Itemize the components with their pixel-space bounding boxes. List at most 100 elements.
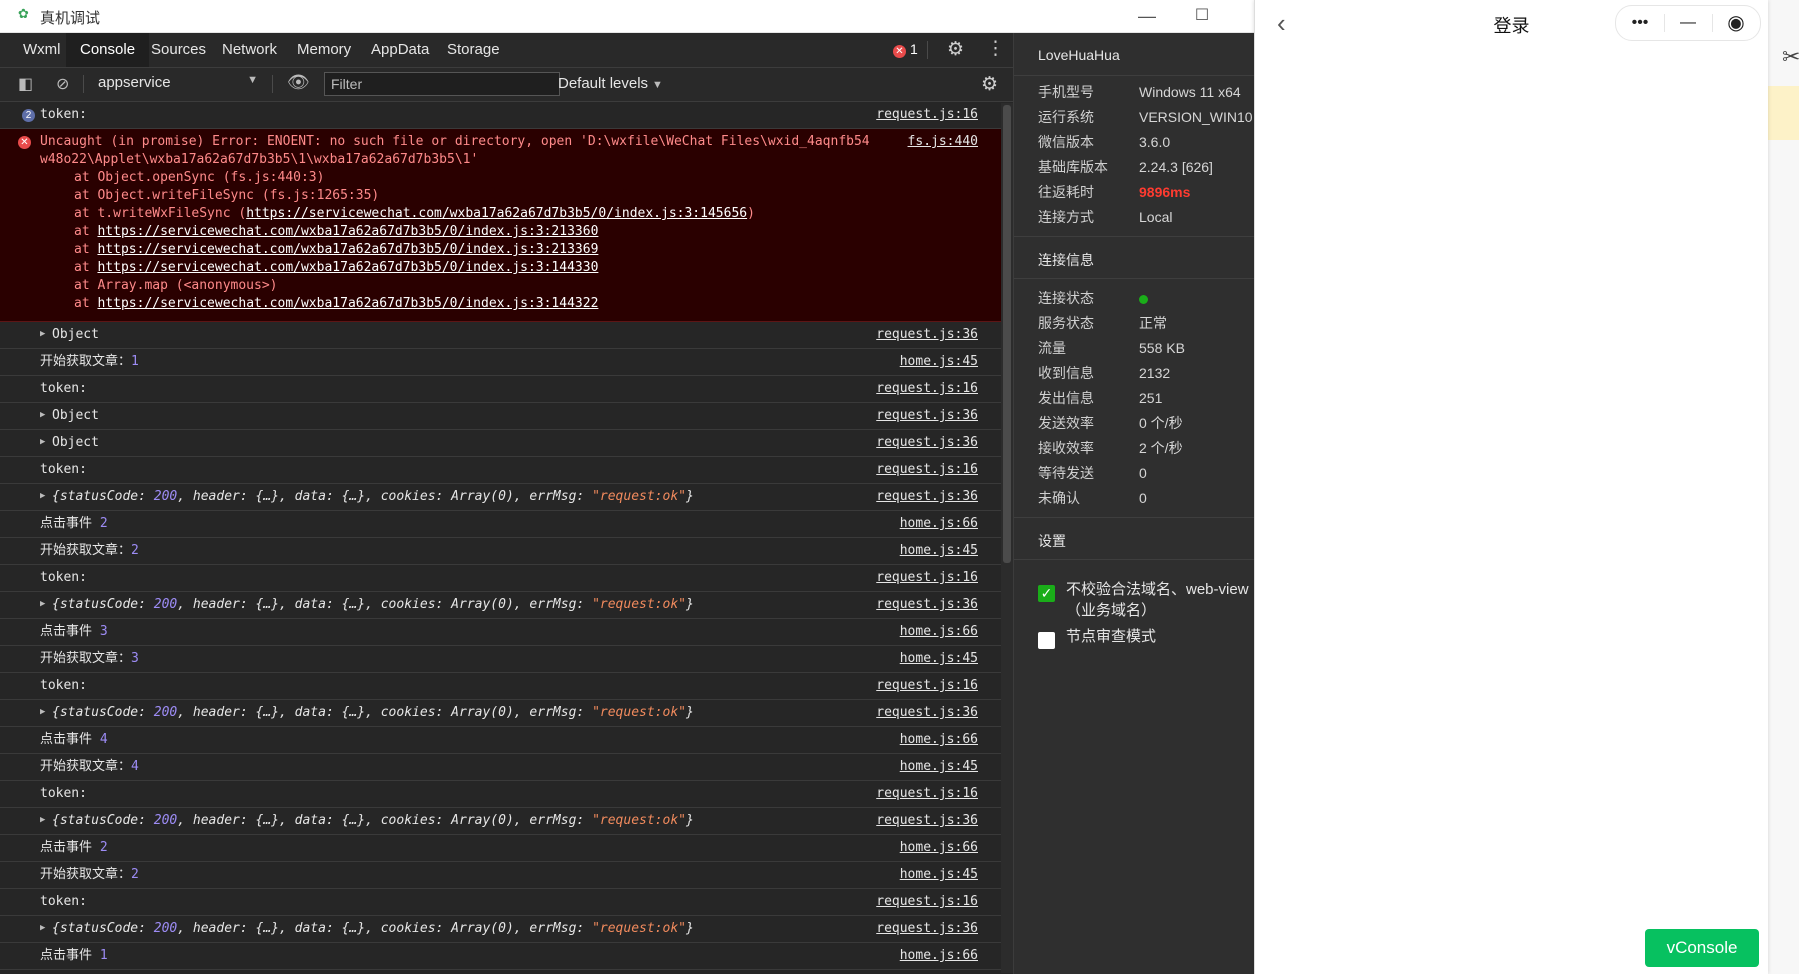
response-object[interactable]: {statusCode: 200, header: {…}, data: {…}… (40, 921, 694, 936)
source-link[interactable]: request.js:16 (876, 565, 978, 590)
field-label: 手机型号 (1038, 84, 1094, 100)
expand-triangle-icon[interactable]: ▶ (40, 322, 45, 347)
source-link[interactable]: request.js:36 (876, 403, 978, 428)
response-object[interactable]: {statusCode: 200, header: {…}, data: {…}… (40, 489, 694, 504)
node-inspect-checkbox[interactable] (1038, 632, 1055, 649)
vconsole-button[interactable]: vConsole (1645, 929, 1759, 967)
source-link[interactable]: home.js:45 (900, 538, 978, 563)
response-brace: } (685, 813, 694, 828)
source-link[interactable]: home.js:45 (900, 754, 978, 779)
source-link[interactable]: fs.js:440 (908, 133, 978, 151)
close-target-icon[interactable]: ◉ (1712, 6, 1760, 40)
device-name: LoveHuaHua (1038, 47, 1120, 63)
response-object[interactable]: {statusCode: 200, header: {…}, data: {…}… (40, 597, 694, 612)
source-link[interactable]: home.js:45 (900, 646, 978, 671)
log-levels-select[interactable]: Default levels ▼ (558, 75, 663, 92)
more-dots-icon[interactable]: ••• (1616, 6, 1664, 40)
stack-link[interactable]: https://servicewechat.com/wxba17a62a67d7… (97, 242, 598, 257)
source-link[interactable]: home.js:45 (900, 349, 978, 374)
stack-text: at (74, 242, 98, 257)
eye-icon[interactable]: 👁 (287, 72, 310, 93)
source-link[interactable]: request.js:16 (876, 102, 978, 127)
console-settings-gear-icon[interactable]: ⚙ (981, 73, 998, 96)
field-label: 发送效率 (1038, 415, 1094, 431)
tab-network[interactable]: Network (208, 33, 291, 67)
scrollbar-thumb[interactable] (1003, 105, 1011, 563)
minimize-icon[interactable]: — (1664, 6, 1712, 40)
connection-field: 等待发送 0 (1038, 463, 1147, 483)
skip-domain-check-checkbox[interactable]: ✓ (1038, 585, 1055, 602)
source-link[interactable]: home.js:66 (900, 727, 978, 752)
source-link[interactable]: request.js:36 (876, 808, 978, 833)
expand-triangle-icon[interactable]: ▶ (40, 430, 45, 455)
field-value: Local (1139, 209, 1173, 225)
expand-triangle-icon[interactable]: ▶ (40, 484, 45, 509)
scissors-icon[interactable]: ✂ (1782, 44, 1799, 70)
clear-console-icon[interactable]: ⊘ (56, 74, 69, 94)
expand-triangle-icon[interactable]: ▶ (40, 403, 45, 428)
field-value: 3.6.0 (1139, 134, 1171, 150)
console-line: ▶ Object request.js:36 (0, 322, 1013, 349)
console-number: 2 (99, 840, 108, 855)
stack-frame: at https://servicewechat.com/wxba17a62a6… (40, 241, 1013, 259)
expand-triangle-icon[interactable]: ▶ (40, 592, 45, 617)
tab-memory[interactable]: Memory (283, 33, 365, 67)
sidebar-toggle-icon[interactable]: ◧ (18, 74, 33, 94)
source-link[interactable]: home.js:66 (900, 619, 978, 644)
source-link[interactable]: home.js:66 (900, 511, 978, 536)
expand-triangle-icon[interactable]: ▶ (40, 700, 45, 725)
minimize-button[interactable]: — (1125, 2, 1169, 30)
tab-appdata[interactable]: AppData (357, 33, 443, 67)
console-line: 点击事件 4 home.js:66 (0, 727, 1013, 754)
source-link[interactable]: home.js:45 (900, 970, 978, 974)
stack-frame: at t.writeWxFileSync (https://servicewec… (40, 205, 1013, 223)
console-object[interactable]: Object (40, 327, 99, 342)
response-status-code: 200 (153, 597, 178, 612)
context-select[interactable]: appservice ▼ (98, 74, 258, 94)
source-link[interactable]: request.js:36 (876, 484, 978, 509)
response-brace: } (685, 705, 694, 720)
console-object[interactable]: Object (40, 408, 99, 423)
maximize-button[interactable]: ☐ (1180, 2, 1224, 30)
field-value: VERSION_WIN10 (1139, 109, 1253, 125)
stack-link[interactable]: https://servicewechat.com/wxba17a62a67d7… (246, 206, 747, 221)
response-object[interactable]: {statusCode: 200, header: {…}, data: {…}… (40, 813, 694, 828)
expand-triangle-icon[interactable]: ▶ (40, 916, 45, 941)
connection-header: 连接信息 (1014, 236, 1255, 279)
source-link[interactable]: request.js:36 (876, 430, 978, 455)
stack-link[interactable]: https://servicewechat.com/wxba17a62a67d7… (97, 224, 598, 239)
response-object[interactable]: {statusCode: 200, header: {…}, data: {…}… (40, 705, 694, 720)
console-number: 2 (99, 516, 108, 531)
field-value: 2 个/秒 (1139, 440, 1183, 456)
source-link[interactable]: home.js:45 (900, 862, 978, 887)
tab-storage[interactable]: Storage (433, 33, 514, 67)
notification-bar (1763, 86, 1799, 140)
source-link[interactable]: request.js:16 (876, 376, 978, 401)
source-link[interactable]: request.js:36 (876, 700, 978, 725)
tab-wxml[interactable]: Wxml (9, 33, 75, 67)
source-link[interactable]: request.js:16 (876, 457, 978, 482)
source-link[interactable]: request.js:16 (876, 673, 978, 698)
more-vertical-icon[interactable]: ⋮ (986, 37, 1005, 60)
source-link[interactable]: home.js:66 (900, 835, 978, 860)
expand-triangle-icon[interactable]: ▶ (40, 808, 45, 833)
console-line: token: request.js:16 (0, 457, 1013, 484)
field-value: 9896ms (1139, 184, 1191, 200)
gear-icon[interactable]: ⚙ (947, 38, 964, 61)
console-number: 2 (131, 543, 139, 558)
console-line: ▶ {statusCode: 200, header: {…}, data: {…… (0, 916, 1013, 943)
stack-link[interactable]: https://servicewechat.com/wxba17a62a67d7… (97, 260, 598, 275)
source-link[interactable]: request.js:36 (876, 322, 978, 347)
device-field: 手机型号 Windows 11 x64 (1038, 82, 1241, 102)
source-link[interactable]: request.js:36 (876, 916, 978, 941)
stack-link[interactable]: https://servicewechat.com/wxba17a62a67d7… (97, 296, 598, 311)
console-object[interactable]: Object (40, 435, 99, 450)
source-link[interactable]: request.js:36 (876, 592, 978, 617)
filter-input[interactable] (324, 72, 560, 96)
console-output[interactable]: 2 token: request.js:16 ✕ fs.js:440 Uncau… (0, 102, 1013, 974)
error-count-badge[interactable]: ✕ 1 (893, 41, 918, 58)
console-scrollbar[interactable] (1001, 103, 1013, 973)
source-link[interactable]: request.js:16 (876, 889, 978, 914)
source-link[interactable]: home.js:66 (900, 943, 978, 968)
source-link[interactable]: request.js:16 (876, 781, 978, 806)
